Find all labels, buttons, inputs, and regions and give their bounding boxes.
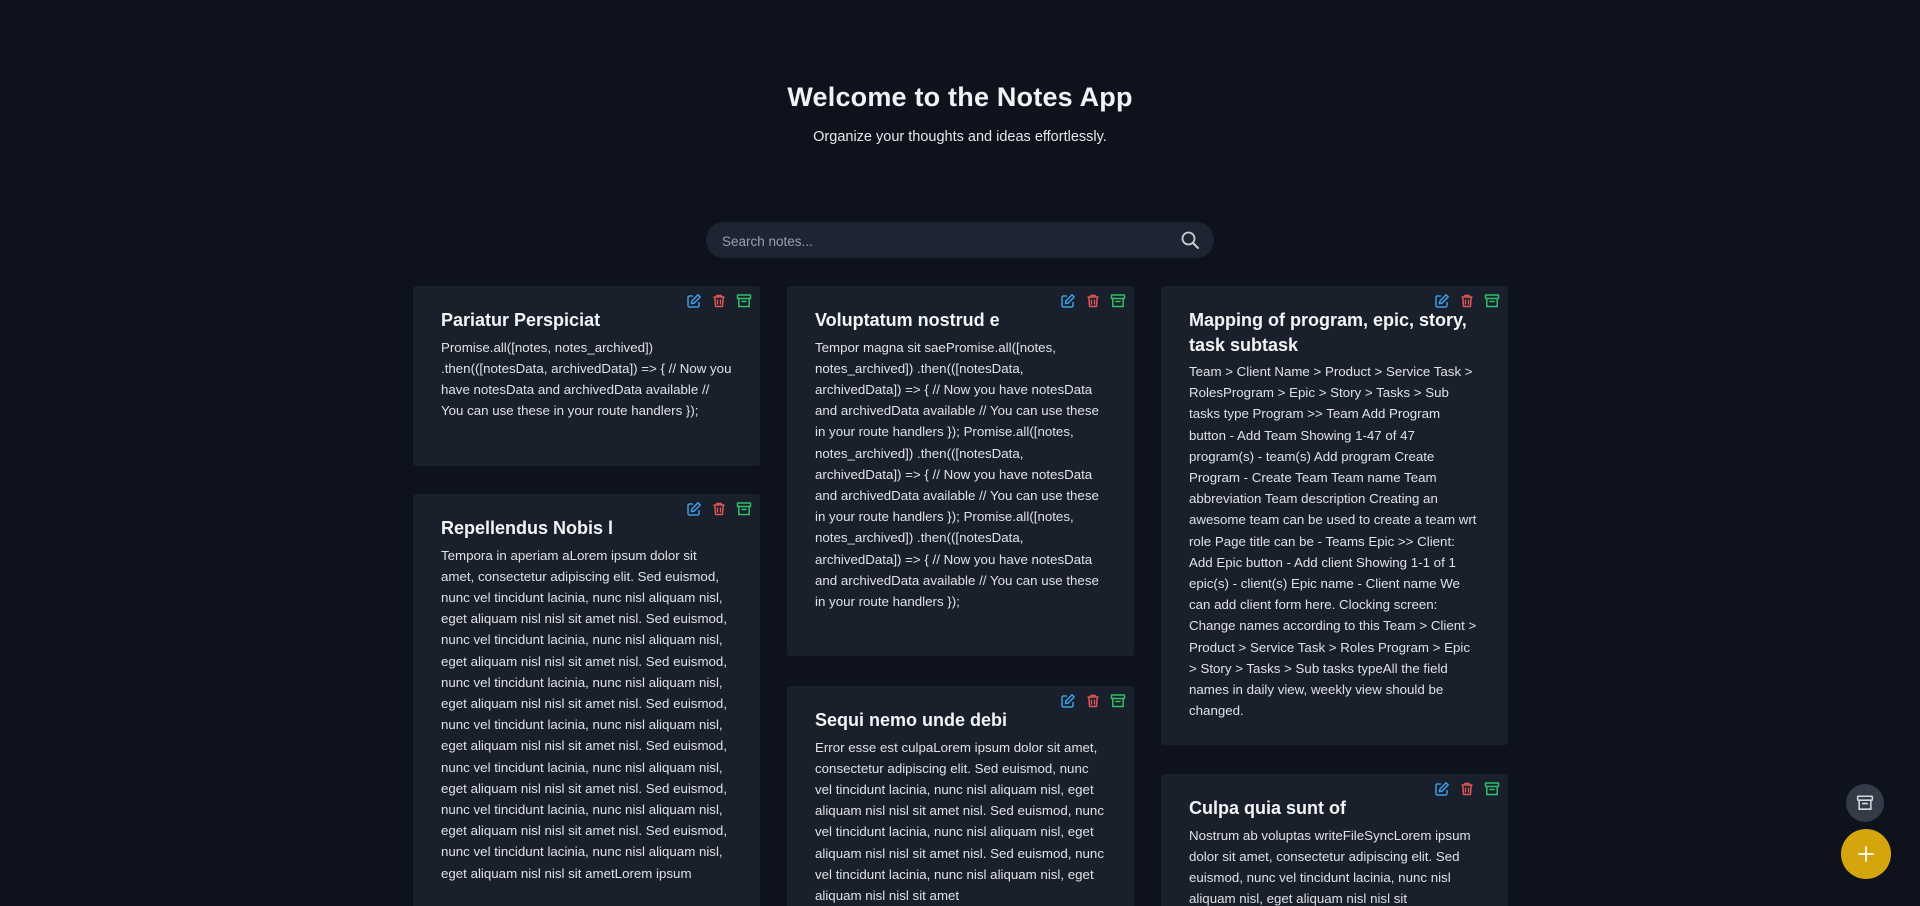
view-archive-button[interactable]	[1846, 784, 1884, 822]
note-body: Nostrum ab voluptas writeFileSyncLorem i…	[1189, 827, 1471, 906]
note-card[interactable]: Sequi nemo unde debi Error esse est culp…	[787, 686, 1134, 906]
note-title: Repellendus Nobis l	[441, 518, 614, 538]
trash-icon[interactable]	[711, 293, 727, 309]
edit-icon[interactable]	[1060, 293, 1076, 309]
archive-icon[interactable]	[736, 293, 752, 309]
note-title: Pariatur Perspiciat	[441, 310, 601, 330]
archive-icon[interactable]	[1110, 693, 1126, 709]
note-body: Team > Client Name > Product > Service T…	[1189, 364, 1477, 719]
note-title: Voluptatum nostrud e	[815, 310, 1000, 330]
edit-icon[interactable]	[686, 501, 702, 517]
note-body: Tempor magna sit saePromise.all([notes, …	[815, 339, 1099, 609]
trash-icon[interactable]	[711, 501, 727, 517]
add-note-button[interactable]	[1841, 829, 1891, 879]
note-card[interactable]: Culpa quia sunt of Nostrum ab voluptas w…	[1161, 774, 1508, 906]
note-title: Sequi nemo unde debi	[815, 710, 1008, 730]
note-actions	[1434, 781, 1500, 797]
archive-icon[interactable]	[1484, 293, 1500, 309]
search-input[interactable]	[720, 222, 1154, 260]
note-body: Error esse est culpaLorem ipsum dolor si…	[815, 739, 1104, 903]
archive-icon[interactable]	[1484, 781, 1500, 797]
search-bar	[706, 222, 1214, 260]
search-icon[interactable]	[1180, 230, 1200, 250]
note-actions	[686, 501, 752, 517]
archive-icon	[1856, 794, 1874, 812]
trash-icon[interactable]	[1459, 293, 1475, 309]
note-actions	[1060, 693, 1126, 709]
note-body: Tempora in aperiam aLorem ipsum dolor si…	[441, 547, 728, 881]
note-card[interactable]: Mapping of program, epic, story, task su…	[1161, 286, 1508, 745]
note-actions	[686, 293, 752, 309]
plus-icon	[1857, 845, 1875, 863]
trash-icon[interactable]	[1085, 293, 1101, 309]
note-title: Culpa quia sunt of	[1189, 798, 1346, 818]
edit-icon[interactable]	[686, 293, 702, 309]
edit-icon[interactable]	[1434, 293, 1450, 309]
notes-app-page: Welcome to the Notes App Organize your t…	[0, 0, 1920, 906]
page-title: Welcome to the Notes App	[787, 82, 1133, 112]
note-actions	[1434, 293, 1500, 309]
page-subtitle: Organize your thoughts and ideas effortl…	[813, 129, 1107, 145]
note-actions	[1060, 293, 1126, 309]
note-card[interactable]: Pariatur Perspiciat Promise.all([notes, …	[413, 286, 760, 466]
edit-icon[interactable]	[1060, 693, 1076, 709]
archive-icon[interactable]	[1110, 293, 1126, 309]
note-title: Mapping of program, epic, story, task su…	[1189, 310, 1467, 355]
archive-icon[interactable]	[736, 501, 752, 517]
trash-icon[interactable]	[1085, 693, 1101, 709]
hero-header: Welcome to the Notes App Organize your t…	[0, 82, 1920, 145]
edit-icon[interactable]	[1434, 781, 1450, 797]
note-card[interactable]: Repellendus Nobis l Tempora in aperiam a…	[413, 494, 760, 906]
trash-icon[interactable]	[1459, 781, 1475, 797]
note-body: Promise.all([notes, notes_archived]) .th…	[441, 339, 732, 419]
note-card[interactable]: Voluptatum nostrud e Tempor magna sit sa…	[787, 286, 1134, 656]
